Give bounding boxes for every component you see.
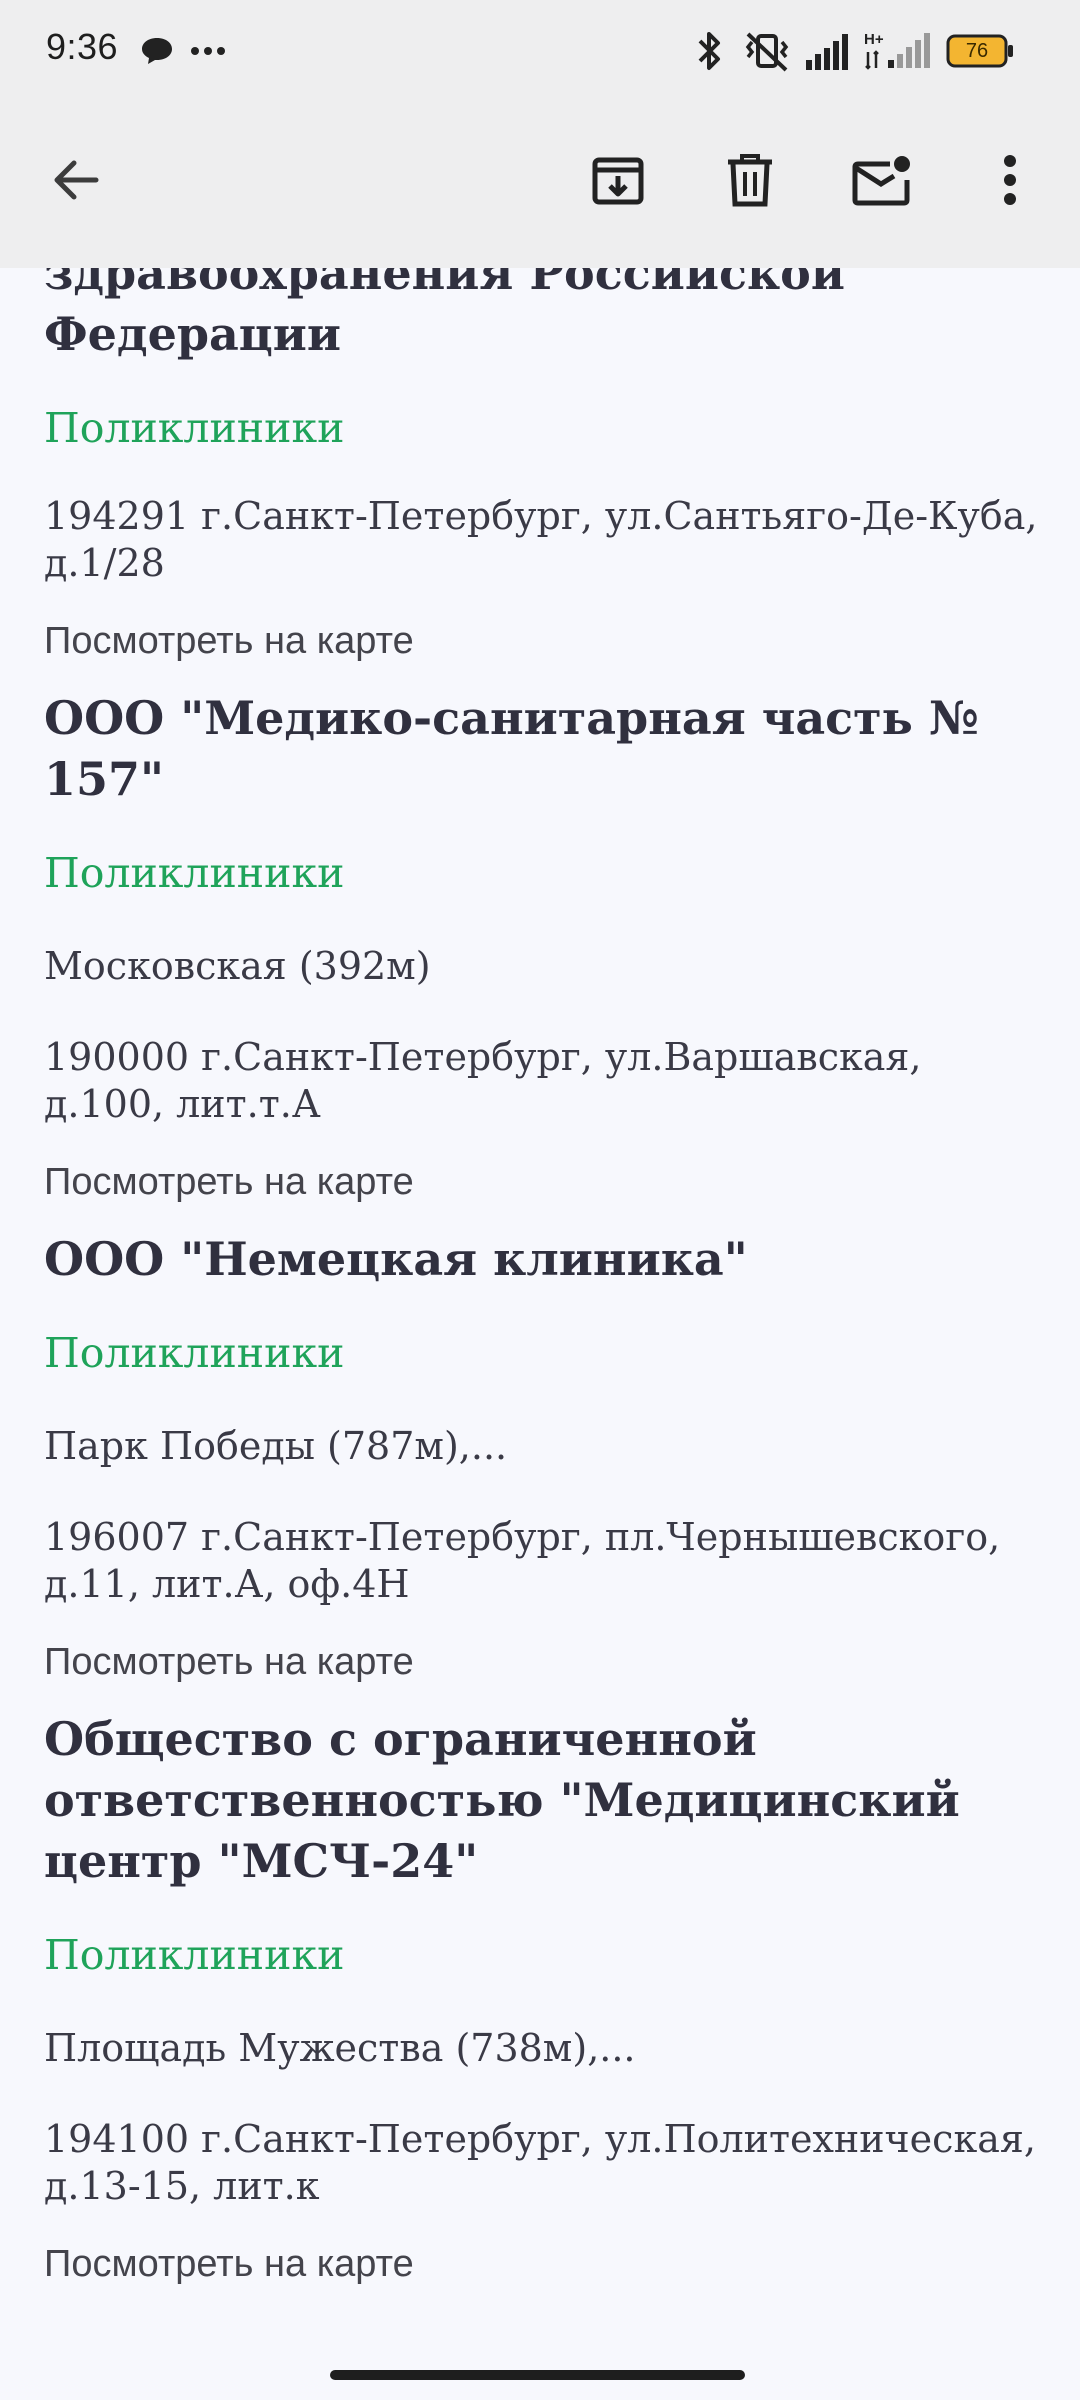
email-content: здравоохранения Российской Федерации Пол… — [0, 268, 1080, 2400]
clinic-name: Общество с ограниченной ответственностью… — [44, 1712, 960, 1888]
clinic-category: Поликлиники — [44, 1329, 345, 1377]
svg-text:H+: H+ — [864, 31, 884, 48]
battery-icon: 76 — [946, 34, 1016, 68]
archive-icon — [592, 157, 644, 205]
more-options-button[interactable] — [966, 136, 1054, 224]
clinic-address: 194291 г.Санкт-Петербург, ул.Сантьяго-Де… — [44, 494, 1038, 585]
clinic-list: здравоохранения Российской Федерации Пол… — [44, 268, 1044, 2287]
clinic-category: Поликлиники — [44, 849, 345, 897]
view-on-map-link[interactable]: Посмотреть на карте — [44, 1159, 1044, 1205]
status-bar: 9:36 H+ 76 — [0, 0, 1080, 100]
clinic-address: 194100 г.Санкт-Петербург, ул.Политехниче… — [44, 2117, 1036, 2208]
arrow-left-icon — [54, 160, 99, 200]
clinic-name: ООО "Медико-санитарная часть № 157" — [44, 691, 979, 806]
clinic-entry: ООО "Медико-санитарная часть № 157" Поли… — [44, 688, 1044, 1205]
top-bar: 9:36 H+ 76 — [0, 0, 1080, 268]
clinic-address: 190000 г.Санкт-Петербург, ул.Варшавская,… — [44, 1035, 922, 1126]
back-button[interactable] — [32, 136, 120, 224]
trash-icon — [728, 154, 772, 207]
clinic-name: ООО "Немецкая клиника" — [44, 1232, 748, 1286]
metro-station: Московская (392м) — [44, 944, 431, 988]
metro-station: Площадь Мужества (738м),... — [44, 2026, 636, 2070]
hplus-signal-icon: H+ — [864, 31, 930, 70]
battery-level: 76 — [965, 39, 989, 62]
delete-button[interactable] — [706, 136, 794, 224]
bluetooth-icon — [698, 32, 720, 70]
home-indicator[interactable] — [330, 2370, 745, 2380]
clinic-category: Поликлиники — [44, 404, 345, 452]
clinic-entry: Общество с ограниченной ответственностью… — [44, 1709, 1044, 2287]
mail-unread-icon — [852, 156, 910, 206]
more-dots-icon — [191, 47, 225, 55]
clinic-name: здравоохранения Российской Федерации — [44, 268, 845, 361]
view-on-map-link[interactable]: Посмотреть на карте — [44, 1639, 1044, 1685]
metro-station: Парк Победы (787м),... — [44, 1424, 508, 1468]
view-on-map-link[interactable]: Посмотреть на карте — [44, 618, 1044, 664]
clinic-category: Поликлиники — [44, 1931, 345, 1979]
more-vert-icon — [1004, 155, 1016, 205]
clinic-entry: здравоохранения Российской Федерации Пол… — [44, 268, 1044, 664]
view-on-map-link[interactable]: Посмотреть на карте — [44, 2241, 1044, 2287]
mark-unread-button[interactable] — [838, 136, 926, 224]
chat-bubble-icon — [142, 38, 172, 64]
status-time: 9:36 — [46, 26, 119, 67]
clinic-entry: ООО "Немецкая клиника" Поликлиники Парк … — [44, 1229, 1044, 1685]
signal-icon — [806, 34, 848, 70]
vibrate-off-icon — [745, 32, 789, 72]
app-bar — [0, 120, 1080, 240]
archive-button[interactable] — [574, 136, 662, 224]
clinic-address: 196007 г.Санкт-Петербург, пл.Чернышевско… — [44, 1515, 1001, 1606]
